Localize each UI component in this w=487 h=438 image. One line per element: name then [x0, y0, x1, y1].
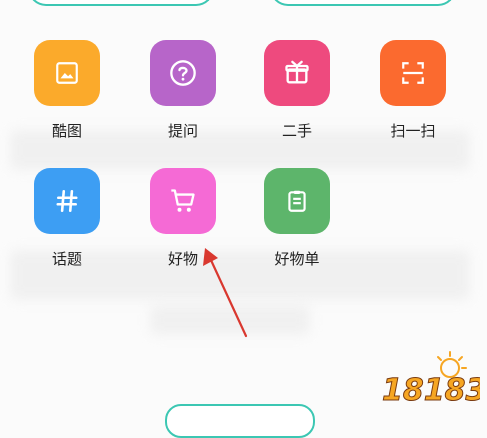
- gift-box-icon: [285, 60, 309, 84]
- grid-item-label: 好物: [167, 250, 198, 268]
- svg-text:18183: 18183: [382, 373, 480, 408]
- bottom-pill-button[interactable]: [165, 404, 315, 438]
- cool-images-icon-box: [34, 40, 100, 106]
- ask-question-icon-box: [150, 40, 216, 106]
- scan-icon: [402, 62, 424, 84]
- image-icon: [56, 62, 78, 84]
- grid-item-label: 酷图: [51, 122, 82, 140]
- hashtag-icon: [56, 189, 78, 213]
- topics-icon-box: [34, 168, 100, 234]
- clipboard-list-icon: [288, 190, 306, 212]
- scan-icon-box: [380, 40, 446, 106]
- grid-item-good-items-list[interactable]: 好物单: [264, 168, 330, 269]
- good-items-list-icon-box: [264, 168, 330, 234]
- grid-item-label: 扫一扫: [390, 122, 436, 140]
- grid-item-second-hand[interactable]: 二手: [264, 40, 330, 141]
- grid-item-cool-images[interactable]: 酷图: [34, 40, 100, 141]
- grid-item-ask-question[interactable]: 提问: [150, 40, 216, 141]
- background-blur: [150, 305, 310, 335]
- top-button-left[interactable]: [28, 0, 214, 6]
- grid-item-label: 好物单: [274, 250, 320, 268]
- grid-item-label: 话题: [51, 250, 82, 268]
- good-items-icon-box: [150, 168, 216, 234]
- grid-item-good-items[interactable]: 好物: [150, 168, 216, 269]
- grid-item-topics[interactable]: 话题: [34, 168, 100, 269]
- grid-item-label: 提问: [167, 122, 198, 140]
- question-icon: [170, 60, 196, 86]
- grid-item-scan[interactable]: 扫一扫: [380, 40, 446, 141]
- shopping-cart-icon: [171, 189, 195, 212]
- grid-item-label: 二手: [281, 122, 312, 140]
- watermark-logo: 18183: [382, 351, 480, 408]
- top-button-right[interactable]: [270, 0, 456, 6]
- second-hand-icon-box: [264, 40, 330, 106]
